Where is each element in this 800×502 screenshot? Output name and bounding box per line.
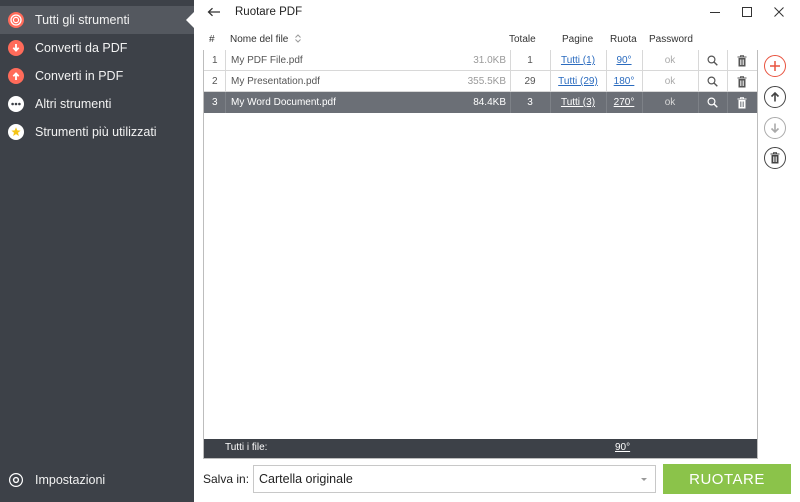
magnifier-icon xyxy=(707,76,718,87)
remove-row-button[interactable] xyxy=(727,50,757,71)
trash-icon xyxy=(737,75,747,87)
sidebar-item-label: Altri strumenti xyxy=(35,97,112,111)
convert-to-pdf-icon xyxy=(8,68,24,84)
sort-icon xyxy=(295,34,301,43)
col-header-total: Totale xyxy=(509,34,536,45)
row-pages-link[interactable]: Tutti (29) xyxy=(558,76,598,87)
row-rotate-link[interactable]: 180° xyxy=(614,76,635,87)
sidebar-item-label: Strumenti più utilizzati xyxy=(35,125,157,139)
table-row[interactable]: 2 My Presentation.pdf 355.5KB 29 Tutti (… xyxy=(204,71,757,92)
sidebar-item-convert-from-pdf[interactable]: Converti da PDF xyxy=(0,34,194,62)
row-pages-link[interactable]: Tutti (3) xyxy=(561,97,595,108)
trash-icon xyxy=(770,152,780,164)
sidebar-item-settings[interactable]: Impostazioni xyxy=(0,466,194,494)
col-header-pages: Pagine xyxy=(562,34,594,45)
active-indicator xyxy=(186,12,194,28)
magnifier-icon xyxy=(707,97,718,108)
row-total: 3 xyxy=(527,97,533,108)
close-button[interactable] xyxy=(763,0,795,24)
sidebar-item-all-tools[interactable]: Tutti gli strumenti xyxy=(0,6,194,34)
col-header-num: # xyxy=(209,34,215,45)
sidebar-item-label: Converti da PDF xyxy=(35,41,128,55)
sidebar-item-label: Converti in PDF xyxy=(35,69,124,83)
sidebar: Tutti gli strumenti Converti da PDF Conv… xyxy=(0,0,194,502)
sidebar-item-label: Impostazioni xyxy=(35,473,106,487)
convert-from-pdf-icon xyxy=(8,40,24,56)
row-password: ok xyxy=(664,97,676,108)
star-icon xyxy=(8,124,24,140)
row-total: 1 xyxy=(527,55,533,66)
save-in-label: Salva in: xyxy=(203,472,250,486)
row-rotate-link[interactable]: 270° xyxy=(614,97,635,108)
footer-label: Tutti i file: xyxy=(225,442,268,453)
rotate-button[interactable]: RUOTARE xyxy=(663,464,791,494)
trash-icon xyxy=(737,96,747,108)
save-location-select[interactable]: Cartella originale xyxy=(253,465,656,493)
preview-button[interactable] xyxy=(698,71,727,92)
title-bar: Ruotare PDF xyxy=(194,0,800,26)
maximize-icon xyxy=(742,7,752,17)
row-file-name: My Word Document.pdf xyxy=(231,97,336,108)
row-total: 29 xyxy=(524,76,536,87)
chevron-down-icon xyxy=(641,478,647,481)
sidebar-item-convert-to-pdf[interactable]: Converti in PDF xyxy=(0,62,194,90)
back-button[interactable] xyxy=(203,3,225,21)
table-header: # Nome del file Totale Pagine Ruota Pass… xyxy=(203,30,758,50)
main-panel: Ruotare PDF # Nome del file Totale Pagin… xyxy=(194,0,800,502)
gear-icon xyxy=(8,472,24,488)
clear-list-button[interactable] xyxy=(764,147,786,169)
col-header-rotate: Ruota xyxy=(610,34,637,45)
row-file-size: 355.5KB xyxy=(467,76,506,87)
col-header-password: Password xyxy=(649,34,693,45)
move-down-button[interactable] xyxy=(764,117,786,139)
plus-icon xyxy=(770,61,780,71)
row-file-size: 31.0KB xyxy=(473,55,506,66)
window-title: Ruotare PDF xyxy=(235,6,303,18)
close-icon xyxy=(774,7,784,17)
row-password: ok xyxy=(664,76,676,87)
arrow-up-icon xyxy=(770,91,780,102)
save-location-value: Cartella originale xyxy=(259,472,353,486)
col-header-name-label: Nome del file xyxy=(230,34,289,45)
row-file-size: 84.4KB xyxy=(473,97,506,108)
more-tools-icon xyxy=(8,96,24,112)
maximize-button[interactable] xyxy=(731,0,763,24)
all-tools-icon xyxy=(8,12,24,28)
sidebar-item-label: Tutti gli strumenti xyxy=(35,13,130,27)
move-up-button[interactable] xyxy=(764,86,786,108)
sidebar-item-most-used[interactable]: Strumenti più utilizzati xyxy=(0,118,194,146)
minimize-icon xyxy=(710,12,720,13)
row-num: 2 xyxy=(212,76,218,87)
table-row[interactable]: 3 My Word Document.pdf 84.4KB 3 Tutti (3… xyxy=(204,92,757,113)
back-arrow-icon xyxy=(207,7,220,17)
trash-icon xyxy=(737,54,747,66)
remove-row-button[interactable] xyxy=(727,92,757,113)
preview-button[interactable] xyxy=(698,50,727,71)
file-table: 1 My PDF File.pdf 31.0KB 1 Tutti (1) 90°… xyxy=(203,50,758,459)
preview-button[interactable] xyxy=(698,92,727,113)
row-num: 3 xyxy=(212,97,218,108)
col-header-name[interactable]: Nome del file xyxy=(230,34,301,45)
row-file-name: My Presentation.pdf xyxy=(231,76,320,87)
magnifier-icon xyxy=(707,55,718,66)
row-file-name: My PDF File.pdf xyxy=(231,55,303,66)
sidebar-item-more-tools[interactable]: Altri strumenti xyxy=(0,90,194,118)
table-row[interactable]: 1 My PDF File.pdf 31.0KB 1 Tutti (1) 90°… xyxy=(204,50,757,71)
add-file-button[interactable] xyxy=(764,55,786,77)
remove-row-button[interactable] xyxy=(727,71,757,92)
minimize-button[interactable] xyxy=(699,0,731,24)
footer-rotate-link[interactable]: 90° xyxy=(615,442,630,453)
row-pages-link[interactable]: Tutti (1) xyxy=(561,55,595,66)
table-footer: Tutti i file: 90° xyxy=(204,439,757,458)
row-password: ok xyxy=(664,55,676,66)
row-rotate-link[interactable]: 90° xyxy=(616,55,631,66)
row-num: 1 xyxy=(212,55,218,66)
arrow-down-icon xyxy=(770,123,780,134)
